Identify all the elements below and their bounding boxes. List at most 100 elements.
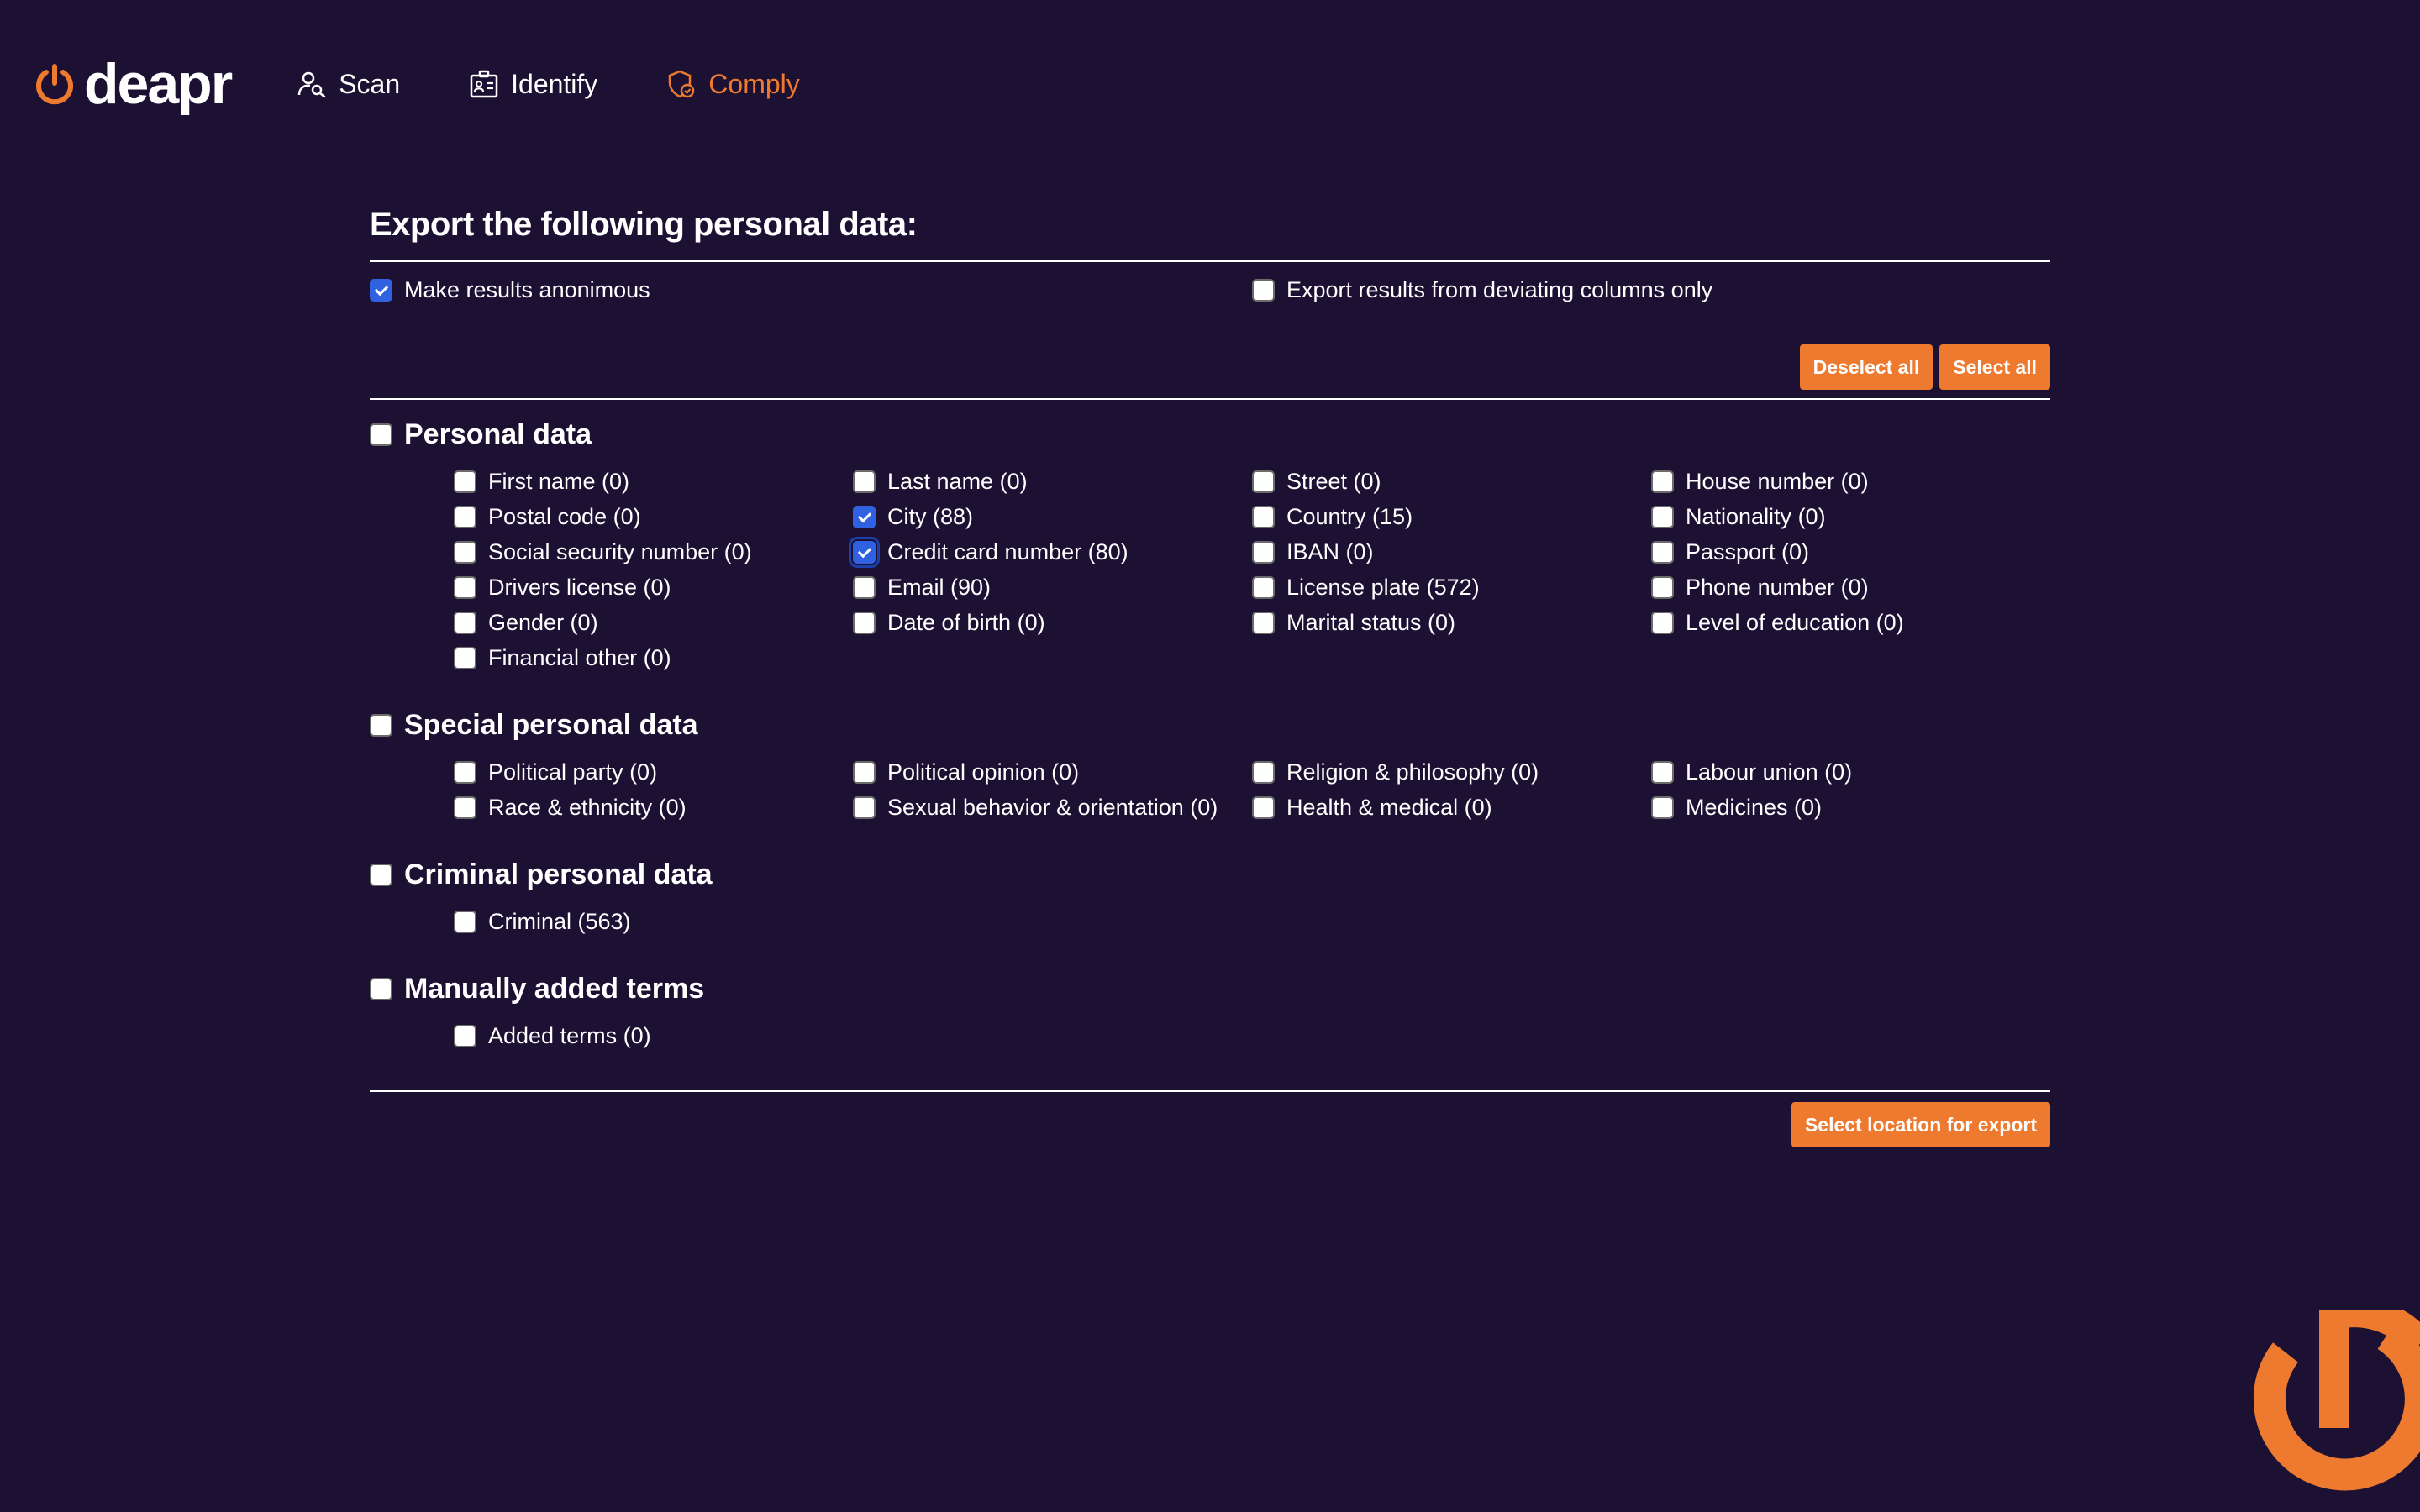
- data-type-option[interactable]: Drivers license (0): [454, 570, 853, 605]
- divider: [370, 398, 2050, 400]
- data-type-checkbox[interactable]: [1252, 575, 1275, 599]
- data-type-checkbox[interactable]: [454, 910, 476, 933]
- data-type-option[interactable]: Nationality (0): [1651, 499, 2050, 534]
- section-header[interactable]: Manually added terms: [370, 968, 2050, 1010]
- data-type-label: Medicines (0): [1686, 794, 1823, 820]
- section-title: Personal data: [404, 417, 592, 450]
- data-type-checkbox[interactable]: [853, 505, 876, 528]
- brand-logo[interactable]: deapr: [34, 52, 233, 116]
- data-type-checkbox[interactable]: [1252, 760, 1275, 784]
- section-title: Special personal data: [404, 708, 698, 741]
- data-type-label: Level of education (0): [1686, 609, 1904, 635]
- data-type-option[interactable]: Email (90): [853, 570, 1252, 605]
- data-type-checkbox[interactable]: [1252, 540, 1275, 564]
- data-type-option[interactable]: Race & ethnicity (0): [454, 790, 853, 825]
- data-type-checkbox[interactable]: [853, 470, 876, 493]
- data-type-option[interactable]: Date of birth (0): [853, 605, 1252, 640]
- data-type-option[interactable]: Passport (0): [1651, 534, 2050, 570]
- data-type-option[interactable]: Religion & philosophy (0): [1252, 754, 1651, 790]
- select-all-button[interactable]: Select all: [1939, 344, 2050, 390]
- app-page: deapr Scan Identify Comply Export the fo…: [0, 0, 2420, 1512]
- anonymous-label: Make results anonimous: [404, 276, 650, 302]
- section-header[interactable]: Personal data: [370, 413, 2050, 455]
- decorative-logo-mark: [2253, 1310, 2420, 1491]
- data-type-option[interactable]: Added terms (0): [454, 1018, 853, 1053]
- anonymous-checkbox[interactable]: [370, 278, 392, 302]
- select-export-location-button[interactable]: Select location for export: [1791, 1102, 2050, 1147]
- data-type-label: Passport (0): [1686, 538, 1810, 564]
- section-checkbox[interactable]: [370, 863, 392, 886]
- data-type-option[interactable]: Political opinion (0): [853, 754, 1252, 790]
- data-type-checkbox[interactable]: [1651, 470, 1674, 493]
- data-type-checkbox[interactable]: [1651, 760, 1674, 784]
- data-type-option[interactable]: First name (0): [454, 464, 853, 499]
- data-type-checkbox[interactable]: [454, 795, 476, 819]
- section-checkbox[interactable]: [370, 423, 392, 446]
- data-type-checkbox[interactable]: [454, 1024, 476, 1047]
- deviating-option[interactable]: Export results from deviating columns on…: [1252, 269, 1712, 311]
- data-type-option[interactable]: Phone number (0): [1651, 570, 2050, 605]
- nav-comply[interactable]: Comply: [666, 68, 800, 100]
- data-type-option[interactable]: Country (15): [1252, 499, 1651, 534]
- data-type-option[interactable]: Gender (0): [454, 605, 853, 640]
- data-type-option[interactable]: Marital status (0): [1252, 605, 1651, 640]
- data-type-option[interactable]: House number (0): [1651, 464, 2050, 499]
- data-type-option[interactable]: Sexual behavior & orientation (0): [853, 790, 1252, 825]
- data-type-checkbox[interactable]: [454, 470, 476, 493]
- data-type-checkbox[interactable]: [849, 536, 880, 568]
- data-type-checkbox[interactable]: [1252, 611, 1275, 634]
- data-type-checkbox[interactable]: [454, 505, 476, 528]
- data-type-option[interactable]: Political party (0): [454, 754, 853, 790]
- data-type-checkbox[interactable]: [1651, 795, 1674, 819]
- section-header[interactable]: Criminal personal data: [370, 853, 2050, 895]
- data-type-option[interactable]: Health & medical (0): [1252, 790, 1651, 825]
- brand-name: deapr: [84, 52, 233, 116]
- data-type-option[interactable]: Labour union (0): [1651, 754, 2050, 790]
- data-type-label: Criminal (563): [488, 908, 631, 934]
- data-type-option[interactable]: Financial other (0): [454, 640, 853, 675]
- data-type-checkbox[interactable]: [1252, 470, 1275, 493]
- data-type-option[interactable]: City (88): [853, 499, 1252, 534]
- data-type-label: Phone number (0): [1686, 574, 1869, 600]
- deviating-checkbox[interactable]: [1252, 278, 1275, 302]
- data-type-option[interactable]: License plate (572): [1252, 570, 1651, 605]
- nav-comply-label: Comply: [708, 68, 800, 99]
- data-type-option[interactable]: Last name (0): [853, 464, 1252, 499]
- data-type-checkbox[interactable]: [853, 575, 876, 599]
- data-type-checkbox[interactable]: [1651, 611, 1674, 634]
- data-type-checkbox[interactable]: [454, 540, 476, 564]
- data-type-checkbox[interactable]: [1651, 540, 1674, 564]
- data-type-checkbox[interactable]: [853, 795, 876, 819]
- data-type-label: Race & ethnicity (0): [488, 794, 687, 820]
- data-type-option[interactable]: Credit card number (80): [849, 534, 1252, 570]
- data-type-checkbox[interactable]: [454, 575, 476, 599]
- nav-scan[interactable]: Scan: [297, 69, 400, 100]
- data-type-option[interactable]: Street (0): [1252, 464, 1651, 499]
- export-panel: Export the following personal data: Make…: [370, 200, 2050, 1147]
- anonymous-option[interactable]: Make results anonimous: [370, 269, 650, 311]
- nav-identify[interactable]: Identify: [469, 69, 597, 100]
- data-type-option[interactable]: Medicines (0): [1651, 790, 2050, 825]
- data-type-checkbox[interactable]: [1651, 505, 1674, 528]
- data-type-checkbox[interactable]: [853, 760, 876, 784]
- data-type-checkbox[interactable]: [1651, 575, 1674, 599]
- selection-buttons: Deselect all Select all: [370, 344, 2050, 398]
- data-type-checkbox[interactable]: [454, 611, 476, 634]
- section-header[interactable]: Special personal data: [370, 704, 2050, 746]
- data-type-checkbox[interactable]: [853, 611, 876, 634]
- deselect-all-button[interactable]: Deselect all: [1799, 344, 1933, 390]
- data-type-checkbox[interactable]: [454, 760, 476, 784]
- data-type-label: Nationality (0): [1686, 503, 1826, 529]
- data-type-option[interactable]: Criminal (563): [454, 904, 853, 939]
- data-type-checkbox[interactable]: [454, 646, 476, 669]
- section-checkbox[interactable]: [370, 977, 392, 1000]
- checkbox-grid: First name (0) Last name (0) Street (0) Hou…: [454, 464, 2050, 675]
- data-type-option[interactable]: IBAN (0): [1252, 534, 1651, 570]
- data-type-checkbox[interactable]: [1252, 795, 1275, 819]
- data-type-option[interactable]: Level of education (0): [1651, 605, 2050, 640]
- section-checkbox[interactable]: [370, 713, 392, 737]
- data-type-label: Last name (0): [887, 468, 1028, 494]
- data-type-checkbox[interactable]: [1252, 505, 1275, 528]
- data-type-option[interactable]: Postal code (0): [454, 499, 853, 534]
- data-type-option[interactable]: Social security number (0): [454, 534, 853, 570]
